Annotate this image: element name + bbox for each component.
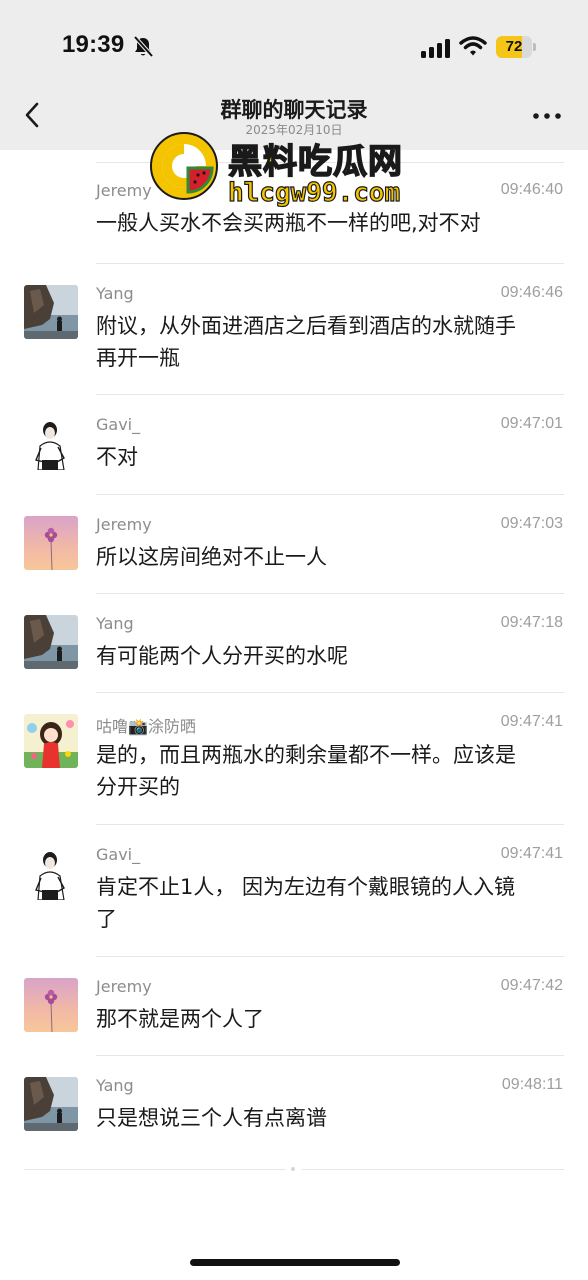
message-text: 只是想说三个人有点离谱 [96,1102,556,1134]
avatar[interactable] [24,285,78,339]
avatar[interactable] [24,516,78,570]
avatar[interactable] [24,416,78,470]
more-dots-icon[interactable] [532,110,562,122]
message-text: 那不就是两个人了 [96,1003,556,1035]
avatar[interactable] [24,846,78,900]
sender-name: Yang [96,1076,134,1095]
watermark-url: hlcgw99.com [227,177,401,208]
message-text: 附议，从外面进酒店之后看到酒店的水就随手 再开一瓶 [96,310,556,374]
message-text: 所以这房间绝对不止一人 [96,541,556,573]
message-text-line: 有可能两个人分开买的水呢 [96,644,348,668]
message-text-line: 那不就是两个人了 [96,1007,264,1031]
avatar[interactable] [24,615,78,669]
message-text-line: 再开一瓶 [96,346,180,370]
message-time: 09:47:41 [500,845,563,862]
message-time: 09:46:46 [500,284,563,301]
message-time: 09:47:41 [500,713,563,730]
sender-name: Jeremy [96,515,152,534]
message-text-line: 不对 [96,445,138,469]
message-text-line: 所以这房间绝对不止一人 [96,545,327,569]
message-text-line: 是的，而且两瓶水的剩余量都不一样。应该是 [96,743,516,767]
message-text-line: 了 [96,907,117,931]
page-subtitle-date: 2025年02月10日 [245,123,343,137]
sender-name: Jeremy [96,977,152,996]
message-text-line: 分开买的 [96,775,180,799]
battery-body: 72 [496,36,532,58]
home-indicator[interactable] [190,1259,400,1266]
message-text: 有可能两个人分开买的水呢 [96,640,556,672]
page-title: 群聊的聊天记录 [220,98,368,122]
message-text: 不对 [96,441,556,473]
message-text-line: 一般人买水不会买两瓶不一样的吧,对不对 [96,211,481,235]
avatar[interactable] [24,1077,78,1131]
message-time: 09:48:11 [501,1076,563,1093]
message-time: 09:47:42 [500,977,563,994]
status-bar: 19:39 72 [0,0,588,90]
message-text-line: 附议，从外面进酒店之后看到酒店的水就随手 [96,314,516,338]
battery-level: 72 [505,38,523,55]
wifi-icon [459,36,487,56]
navigation-header: 19:39 72 群聊的聊天记录 2025年02月10日 [0,0,588,150]
message-text: 是的，而且两瓶水的剩余量都不一样。应该是 分开买的 [96,739,556,803]
message-divider [96,494,564,495]
avatar[interactable] [24,714,78,768]
cellular-signal-icon [421,39,450,58]
sender-name: Yang [96,284,134,303]
message-text-line: 只是想说三个人有点离谱 [96,1106,327,1130]
sender-name: Gavi_ [96,415,141,434]
sender-name: Gavi_ [96,845,141,864]
status-time: 19:39 [62,31,125,58]
message-time: 09:46:40 [500,181,563,198]
message-time: 09:47:01 [500,415,563,432]
message-divider [96,956,564,957]
avatar[interactable] [24,978,78,1032]
message-time: 09:47:18 [500,614,563,631]
battery-cap [533,43,536,51]
message-divider [96,692,564,693]
message-text: 肯定不止1人， 因为左边有个戴眼镜的人入镜了 [96,871,556,935]
message-text-line: 肯定不止1人， 因为左边有个戴眼镜的人入镜 [96,875,516,899]
message-divider [96,394,564,395]
message-divider [96,162,564,163]
sender-name: Yang [96,614,134,633]
message-time: 09:47:03 [500,515,563,532]
bell-mute-icon [133,35,154,58]
sender-name: Jeremy [96,181,152,200]
battery-indicator: 72 [496,36,536,58]
end-divider-right [302,1169,564,1170]
end-divider-left [24,1169,286,1170]
message-divider [96,1055,564,1056]
message-divider [96,593,564,594]
message-divider [96,824,564,825]
sender-name: 咕噜📸涂防晒 [96,717,196,736]
message-divider [96,263,564,264]
message-text: 一般人买水不会买两瓶不一样的吧,对不对 [96,207,556,239]
end-divider-dot [291,1167,295,1171]
